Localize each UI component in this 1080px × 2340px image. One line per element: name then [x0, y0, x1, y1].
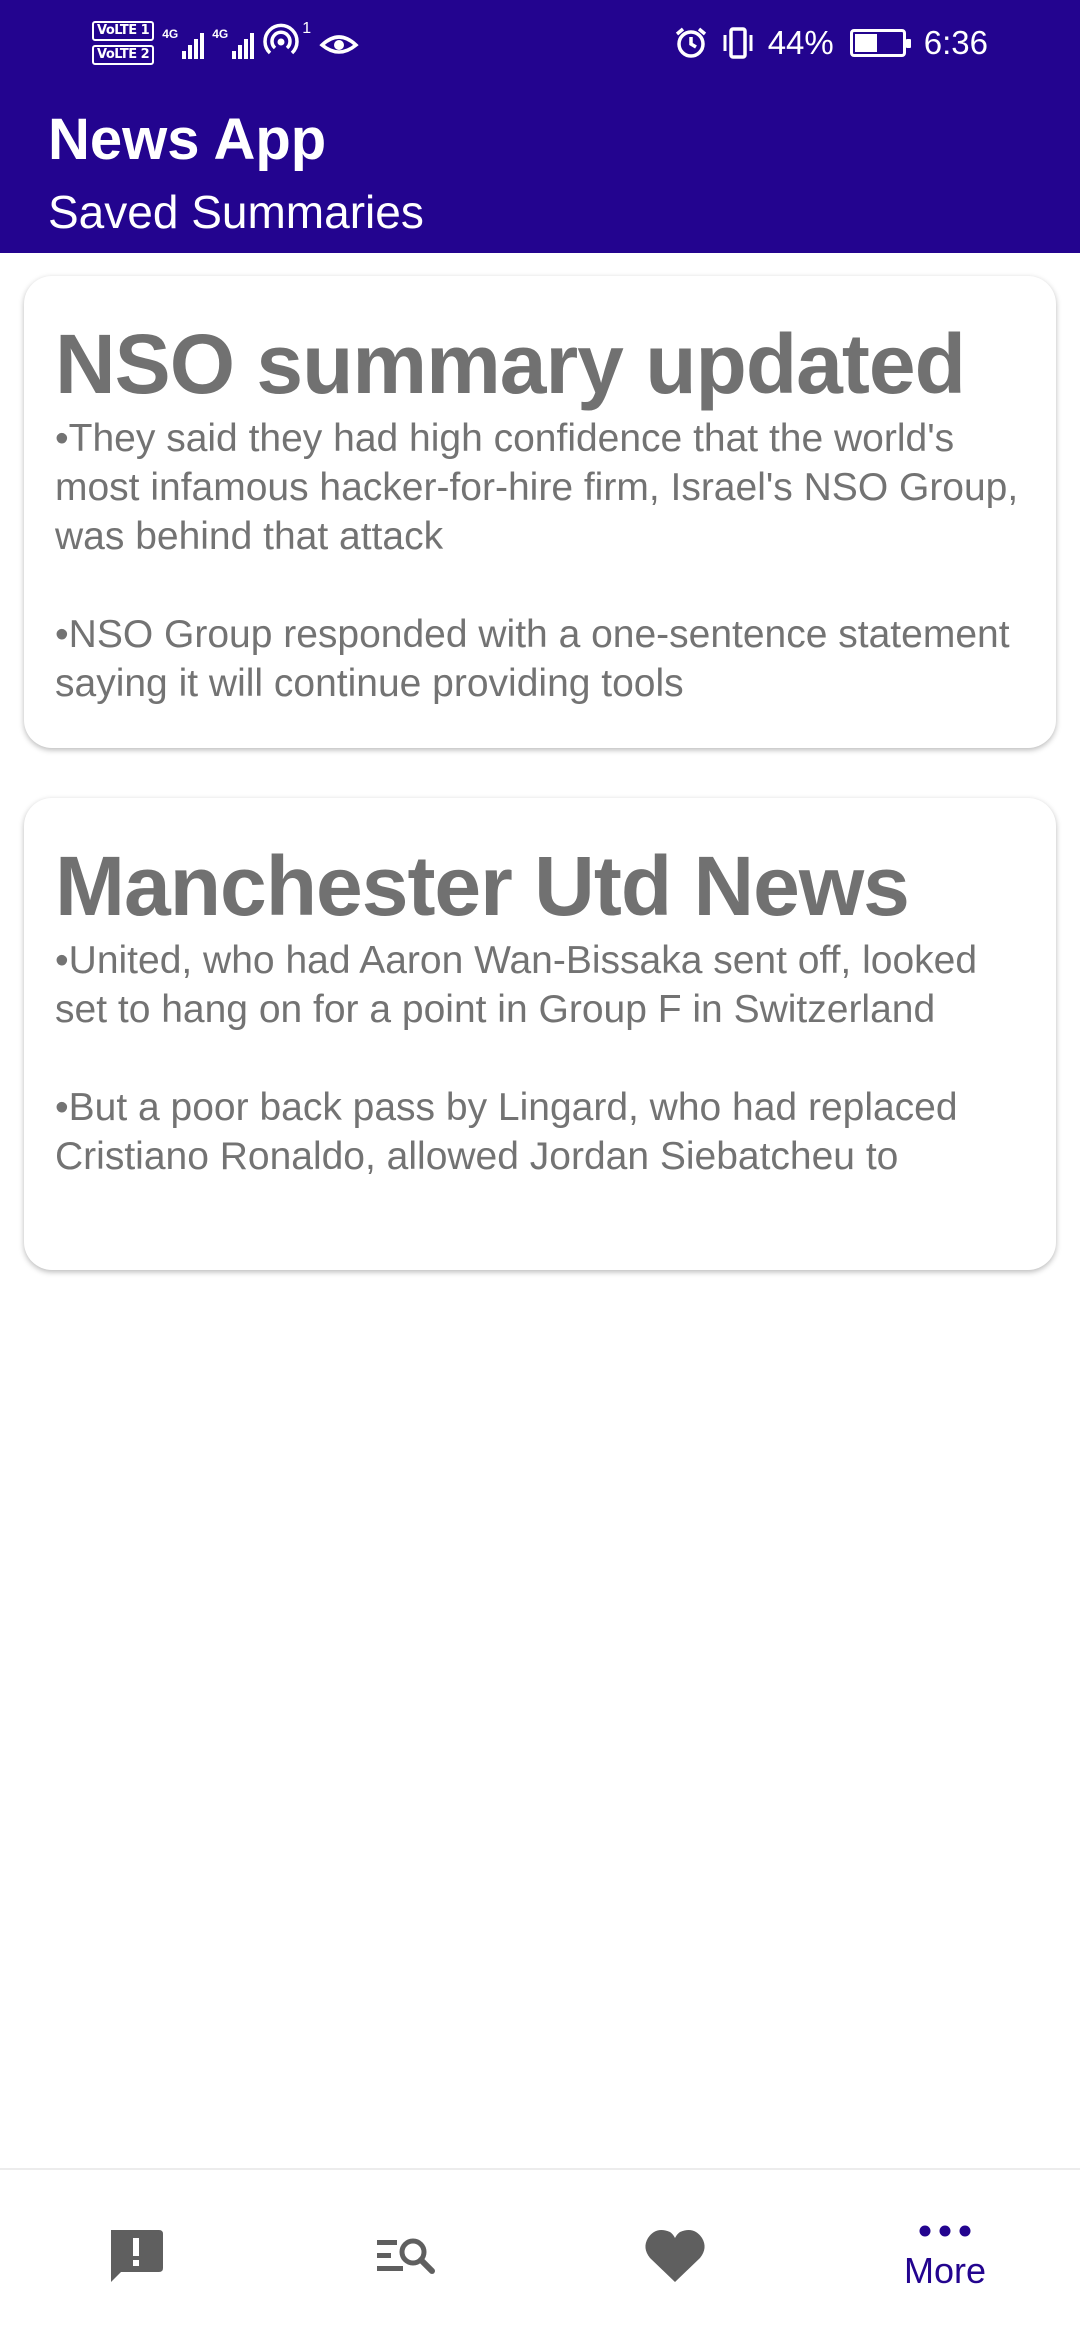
hotspot-count: 1	[302, 20, 312, 37]
alert-icon	[111, 2230, 163, 2282]
network2-label: 4G	[212, 27, 229, 41]
summary-card-point: •But a poor back pass by Lingard, who ha…	[55, 1086, 958, 1178]
nav-item-search-news[interactable]	[270, 2170, 540, 2340]
alarm-icon	[675, 27, 706, 58]
volte-icon: VoLTE 1 VoLTE 2	[92, 21, 155, 65]
nav-item-favorites[interactable]	[540, 2170, 810, 2340]
nav-item-alerts[interactable]	[0, 2170, 270, 2340]
signal-icon-2: 4G	[212, 27, 255, 59]
sim2-volte-badge: VoLTE 2	[92, 45, 155, 65]
status-right: 44% 6:36	[674, 16, 988, 70]
battery-percent: 44%	[767, 24, 834, 61]
vibrate-icon	[723, 27, 753, 59]
signal-icon: 4G	[162, 27, 205, 59]
summary-card-point: •NSO Group responded with a one-sentence…	[55, 613, 1010, 705]
sim1-volte-badge: VoLTE 1	[92, 21, 155, 41]
more-icon	[919, 2225, 971, 2237]
bottom-navigation: More	[0, 2168, 1080, 2340]
hotspot-icon	[263, 23, 299, 55]
summary-card-point: •United, who had Aaron Wan-Bissaka sent …	[55, 939, 978, 1031]
page-subtitle: Saved Summaries	[48, 186, 424, 238]
saved-summaries-list: NSO summary updated •They said they had …	[24, 276, 1056, 1320]
search-list-icon	[377, 2238, 435, 2274]
summary-card-title: NSO summary updated	[55, 317, 966, 411]
summary-card[interactable]: NSO summary updated •They said they had …	[24, 276, 1056, 748]
heart-icon	[645, 2230, 705, 2282]
eye-icon	[319, 35, 359, 54]
summary-card-point: •They said they had high confidence that…	[55, 417, 1019, 558]
status-bar: VoLTE 1 VoLTE 2 4G 4G 1 44% 6:36	[0, 0, 1080, 86]
summary-card[interactable]: Manchester Utd News •United, who had Aar…	[24, 798, 1056, 1270]
app-header: VoLTE 1 VoLTE 2 4G 4G 1 44% 6:36 News Ap…	[0, 0, 1080, 253]
summary-card-title: Manchester Utd News	[55, 839, 910, 933]
nav-item-more[interactable]: More	[810, 2170, 1080, 2340]
app-title: News App	[48, 107, 327, 172]
battery-level-fill	[854, 34, 877, 52]
status-time: 6:36	[923, 24, 988, 61]
network1-label: 4G	[162, 27, 179, 41]
status-left: VoLTE 1 VoLTE 2 4G 4G 1	[92, 14, 359, 72]
nav-label-more: More	[903, 2250, 987, 2291]
battery-charging-icon	[849, 29, 911, 57]
